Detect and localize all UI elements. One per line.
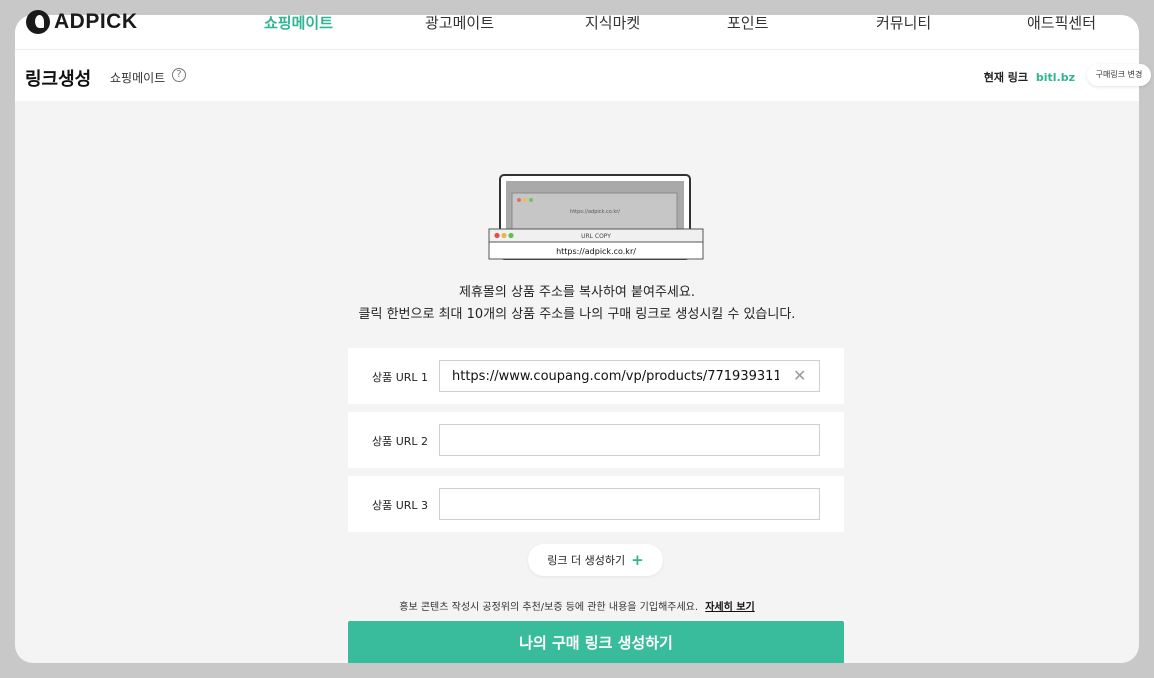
- page-subtitle: 쇼핑메이트: [110, 71, 166, 85]
- adpick-logo-icon: [26, 10, 50, 34]
- url-input-3[interactable]: [439, 488, 820, 520]
- adpick-logo[interactable]: ADPICK: [26, 10, 138, 34]
- url-input-1[interactable]: [439, 360, 820, 392]
- logo-text: ADPICK: [54, 10, 138, 33]
- nav-adpick-center[interactable]: 애드픽센터: [1027, 15, 1096, 31]
- nav-shopping-mate[interactable]: 쇼핑메이트: [264, 15, 333, 31]
- change-purchase-link-button[interactable]: 구매링크 변경: [1087, 64, 1151, 86]
- page-header: 링크생성 쇼핑메이트 ? 현재 링크 bitl.bz: [15, 50, 1139, 101]
- question-circle-icon[interactable]: ?: [172, 68, 186, 82]
- url-row-1: 상품 URL 1 ✕: [348, 348, 844, 404]
- disclosure-notice: 홍보 콘텐츠 작성시 공정위의 추천/보증 등에 관한 내용을 기입해주세요. …: [15, 598, 1139, 613]
- current-link-label: 현재 링크: [983, 71, 1029, 84]
- top-navigation: 쇼핑메이트 광고메이트 지식마켓 포인트 커뮤니티 애드픽센터: [15, 15, 1139, 50]
- nav-knowledge-market[interactable]: 지식마켓: [585, 15, 640, 31]
- url-label-3: 상품 URL 3: [372, 499, 429, 512]
- nav-ad-mate[interactable]: 광고메이트: [425, 15, 494, 31]
- create-more-links-button[interactable]: 링크 더 생성하기 +: [528, 544, 663, 576]
- description-line-1: 제휴몰의 상품 주소를 복사하여 붙여주세요.: [459, 285, 695, 300]
- plus-icon: +: [631, 551, 644, 569]
- illustration-back-url: https://adpick.co.kr/: [570, 209, 620, 215]
- nav-community[interactable]: 커뮤니티: [876, 15, 931, 31]
- url-input-2[interactable]: [439, 424, 820, 456]
- current-link-domain: bitl.bz: [1035, 71, 1075, 84]
- illustration-copy-label: URL COPY: [581, 233, 611, 240]
- url-label-1: 상품 URL 1: [372, 371, 429, 384]
- create-more-links-label: 링크 더 생성하기: [547, 554, 626, 567]
- page-title: 링크생성: [25, 69, 92, 90]
- app-window: 쇼핑메이트 광고메이트 지식마켓 포인트 커뮤니티 애드픽센터 링크생성 쇼핑메…: [15, 15, 1139, 663]
- clear-icon[interactable]: ✕: [793, 366, 806, 386]
- illustration-front-url: https://adpick.co.kr/: [556, 247, 636, 256]
- current-link-info: 현재 링크 bitl.bz: [984, 69, 1075, 85]
- url-label-2: 상품 URL 2: [372, 435, 429, 448]
- url-row-3: 상품 URL 3: [348, 476, 844, 532]
- notice-text: 홍보 콘텐츠 작성시 공정위의 추천/보증 등에 관한 내용을 기입해주세요.: [399, 602, 699, 613]
- url-row-2: 상품 URL 2: [348, 412, 844, 468]
- generate-purchase-link-button[interactable]: 나의 구매 링크 생성하기: [348, 621, 844, 663]
- url-copy-illustration: https://adpick.co.kr/ URL COPY https://a…: [488, 174, 704, 260]
- nav-point[interactable]: 포인트: [727, 15, 768, 31]
- see-details-link[interactable]: 자세히 보기: [705, 602, 754, 613]
- description-line-2: 클릭 한번으로 최대 10개의 상품 주소를 나의 구매 링크로 생성시킬 수 …: [358, 307, 796, 322]
